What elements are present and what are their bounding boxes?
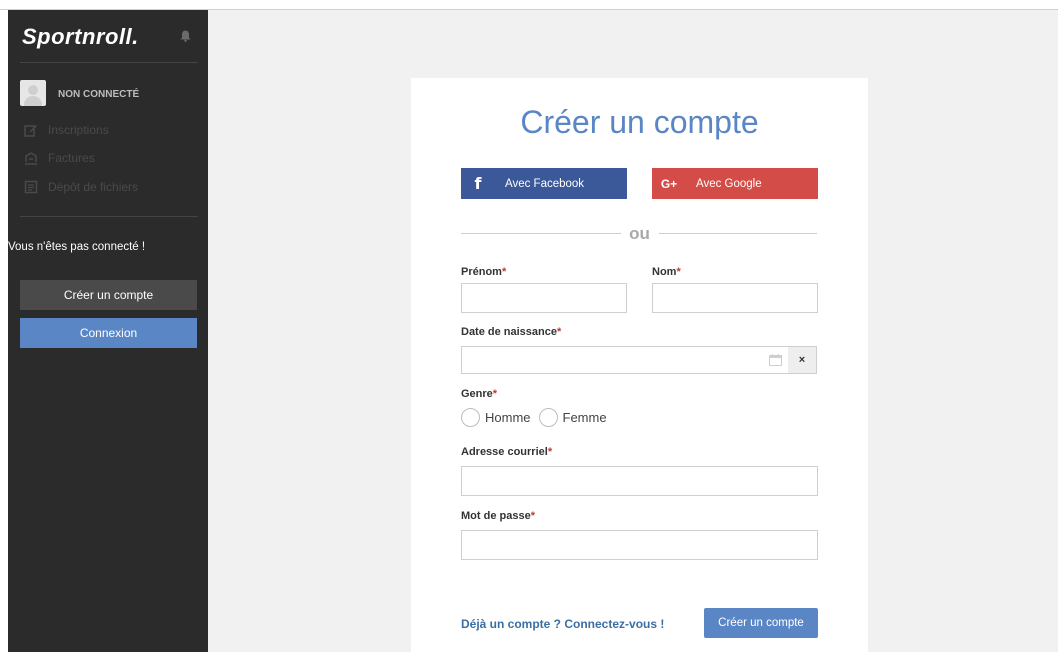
- google-signup-button[interactable]: G+ Avec Google: [652, 168, 818, 199]
- facebook-icon: f: [474, 174, 482, 193]
- birthdate-label: Date de naissance*: [461, 326, 562, 338]
- app-logo[interactable]: Sportnroll.: [22, 24, 139, 50]
- login-link[interactable]: Déjà un compte ? Connectez-vous !: [461, 617, 664, 631]
- sidebar-create-account-button[interactable]: Créer un compte: [20, 280, 197, 310]
- facebook-label: Avec Facebook: [505, 177, 585, 190]
- invoice-icon: [25, 152, 37, 165]
- avatar: [20, 80, 46, 106]
- required-mark: *: [501, 266, 507, 278]
- birthdate-input[interactable]: ×: [461, 346, 817, 374]
- gender-option-femme[interactable]: Femme: [538, 408, 607, 427]
- separator-line: [659, 233, 817, 234]
- user-status: NON CONNECTÉ: [58, 89, 140, 100]
- sidebar-item-inscriptions[interactable]: Inscriptions: [24, 121, 109, 139]
- edit-icon: [24, 125, 37, 137]
- or-separator: ou: [629, 224, 650, 243]
- gender-label: Genre*: [461, 388, 498, 400]
- sidebar-login-button[interactable]: Connexion: [20, 318, 197, 348]
- sidebar-item-label: Inscriptions: [48, 123, 109, 137]
- sidebar-item-factures[interactable]: Factures: [24, 149, 95, 167]
- password-label: Mot de passe*: [461, 510, 535, 522]
- clear-date-button[interactable]: ×: [788, 347, 816, 373]
- sidebar-item-files[interactable]: Dépôt de fichiers: [24, 178, 138, 196]
- last-name-label: Nom*: [652, 266, 681, 278]
- required-mark: *: [676, 266, 681, 278]
- gender-option-homme[interactable]: Homme: [461, 408, 531, 427]
- email-label: Adresse courriel*: [461, 446, 553, 458]
- gender-radio-group: Homme Femme: [461, 408, 615, 427]
- file-icon: [24, 180, 38, 194]
- facebook-signup-button[interactable]: f Avec Facebook: [461, 168, 627, 199]
- sidebar: Sportnroll. NON CONNECTÉ Inscriptions Fa…: [8, 10, 208, 652]
- sidebar-divider: [20, 216, 198, 217]
- sidebar-divider: [20, 62, 198, 63]
- create-account-button[interactable]: Créer un compte: [704, 608, 818, 638]
- required-mark: *: [547, 446, 553, 458]
- bell-icon[interactable]: [180, 29, 191, 47]
- sidebar-item-label: Dépôt de fichiers: [48, 180, 139, 194]
- required-mark: *: [557, 326, 562, 338]
- google-plus-icon: G+: [660, 176, 678, 191]
- required-mark: *: [530, 510, 535, 522]
- first-name-label: Prénom*: [461, 266, 507, 278]
- page-title: Créer un compte: [520, 104, 759, 140]
- calendar-icon[interactable]: [762, 347, 788, 373]
- radio-button[interactable]: [461, 408, 480, 427]
- radio-label: Femme: [562, 410, 607, 425]
- google-label: Avec Google: [696, 177, 762, 190]
- last-name-input[interactable]: [652, 283, 818, 313]
- required-mark: *: [492, 388, 498, 400]
- email-field[interactable]: [461, 466, 818, 496]
- password-field[interactable]: [461, 530, 818, 560]
- radio-button[interactable]: [538, 408, 558, 427]
- not-connected-message: Vous n'êtes pas connecté !: [8, 241, 146, 253]
- signup-card: Créer un compte f Avec Facebook G+ Avec …: [411, 78, 868, 652]
- sidebar-item-label: Factures: [48, 151, 95, 165]
- first-name-input[interactable]: [461, 283, 627, 313]
- radio-label: Homme: [485, 410, 531, 425]
